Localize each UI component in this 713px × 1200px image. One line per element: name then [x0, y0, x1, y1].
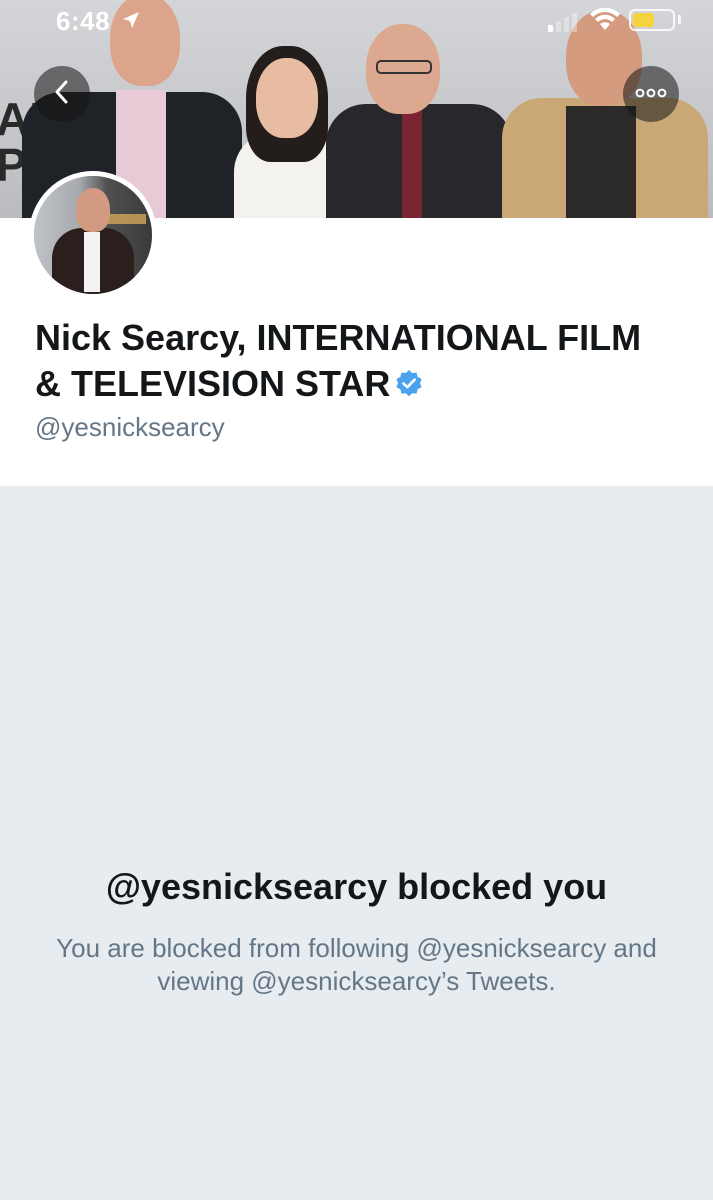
back-arrow-icon — [51, 79, 73, 110]
battery-cap — [678, 15, 681, 24]
back-button[interactable] — [34, 66, 90, 122]
more-options-button[interactable] — [623, 66, 679, 122]
verified-badge-icon — [394, 364, 424, 410]
battery-icon — [629, 9, 675, 31]
location-arrow-icon — [121, 10, 141, 35]
wifi-icon — [589, 7, 621, 37]
banner-person — [326, 18, 512, 218]
profile-name: Nick Searcy, INTERNATIONAL FILM & TELEVI… — [35, 315, 675, 410]
blocked-description: You are blocked from following @yesnicks… — [56, 933, 657, 996]
cellular-signal-icon — [548, 12, 580, 37]
avatar-image — [34, 176, 152, 294]
status-bar: 6:48 — [0, 0, 713, 44]
status-time: 6:48 — [56, 6, 111, 36]
blocked-title: @yesnicksearcy blocked you — [105, 866, 608, 907]
profile-handle: @yesnicksearcy — [35, 412, 225, 442]
avatar[interactable] — [29, 171, 157, 299]
more-options-icon — [635, 85, 667, 103]
profile-name-text: Nick Searcy, INTERNATIONAL FILM & TELEVI… — [35, 317, 642, 404]
battery-level — [633, 13, 654, 27]
